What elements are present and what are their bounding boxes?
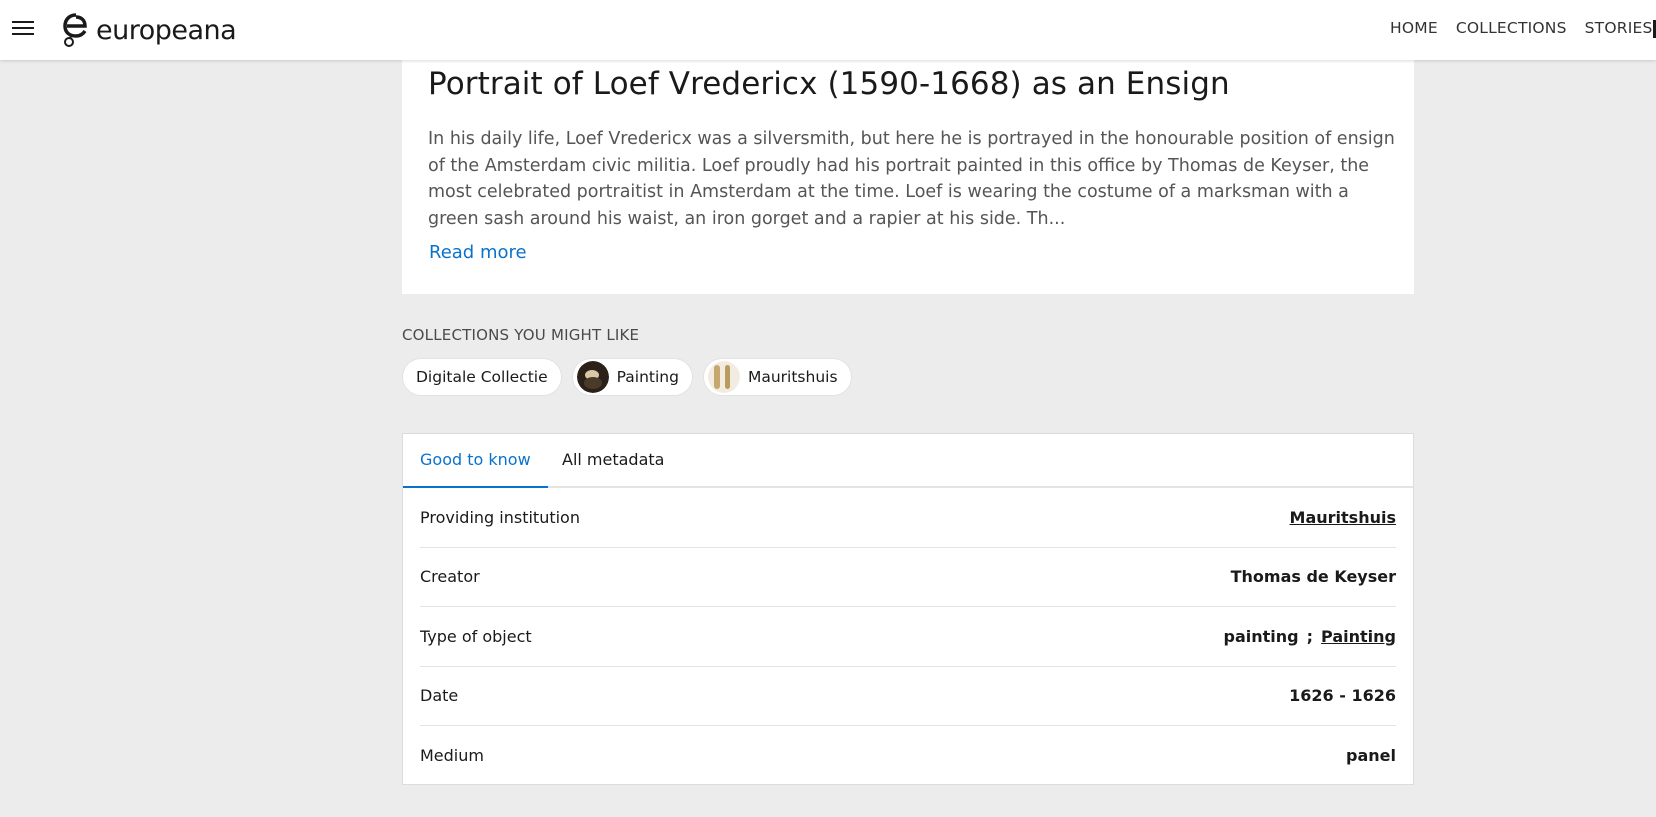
row-value: Thomas de Keyser (1230, 567, 1396, 587)
menu-icon[interactable] (12, 18, 34, 40)
chip-mauritshuis[interactable]: Mauritshuis (702, 358, 852, 396)
chip-label: Digitale Collectie (416, 368, 548, 386)
collections-heading: COLLECTIONS YOU MIGHT LIKE (402, 326, 640, 344)
mauritshuis-thumbnail (707, 361, 740, 393)
type-value-plain: painting (1223, 626, 1299, 646)
logo-text: europeana (96, 14, 237, 46)
chip-label: Mauritshuis (747, 368, 838, 386)
row-value: panel (1346, 746, 1396, 766)
chip-painting[interactable]: Painting (571, 358, 693, 396)
nav-stories[interactable]: STORIES (1585, 19, 1653, 37)
metadata-row-date: Date 1626 - 1626 (420, 667, 1396, 726)
main-nav: HOME COLLECTIONS STORIES (1390, 19, 1656, 37)
row-value: 1626 - 1626 (1289, 686, 1396, 706)
row-label: Date (420, 686, 459, 706)
europeana-logo[interactable]: europeana (60, 10, 237, 50)
site-header: europeana HOME COLLECTIONS STORIES (0, 0, 1656, 60)
chip-label: Painting (616, 368, 679, 386)
painting-link[interactable]: Painting (1321, 627, 1396, 646)
value-separator: ; (1306, 626, 1314, 646)
metadata-panel: Good to know All metadata Providing inst… (402, 433, 1414, 785)
europeana-logo-icon (63, 13, 87, 47)
description-text: In his daily life, Loef Vredericx was a … (428, 129, 1395, 229)
nav-home[interactable]: HOME (1390, 19, 1438, 37)
read-more-link[interactable]: Read more (429, 242, 527, 263)
metadata-row-creator: Creator Thomas de Keyser (420, 548, 1396, 607)
collections-chips: Digitale Collectie Painting Mauritshuis (402, 358, 852, 396)
metadata-row-providing-institution: Providing institution Mauritshuis (420, 488, 1396, 548)
nav-collections[interactable]: COLLECTIONS (1456, 19, 1567, 37)
page-title: Portrait of Loef Vredericx (1590-1668) a… (428, 66, 1230, 102)
metadata-tabs: Good to know All metadata (403, 434, 1413, 488)
row-label: Medium (420, 746, 484, 766)
metadata-row-medium: Medium panel (420, 726, 1396, 786)
chip-digitale-collectie[interactable]: Digitale Collectie (402, 358, 562, 396)
row-label: Type of object (420, 626, 532, 646)
row-label: Providing institution (420, 507, 580, 527)
row-value: painting; Painting (1224, 627, 1396, 646)
metadata-row-type-of-object: Type of object painting; Painting (420, 607, 1396, 667)
tab-good-to-know[interactable]: Good to know (403, 434, 548, 488)
row-value: Mauritshuis (1290, 508, 1396, 527)
painting-thumbnail (576, 361, 609, 393)
description-card: Portrait of Loef Vredericx (1590-1668) a… (402, 60, 1414, 294)
row-label: Creator (420, 567, 480, 587)
metadata-rows: Providing institution Mauritshuis Creato… (420, 488, 1396, 786)
mauritshuis-link[interactable]: Mauritshuis (1290, 508, 1396, 527)
tab-all-metadata[interactable]: All metadata (545, 434, 681, 488)
